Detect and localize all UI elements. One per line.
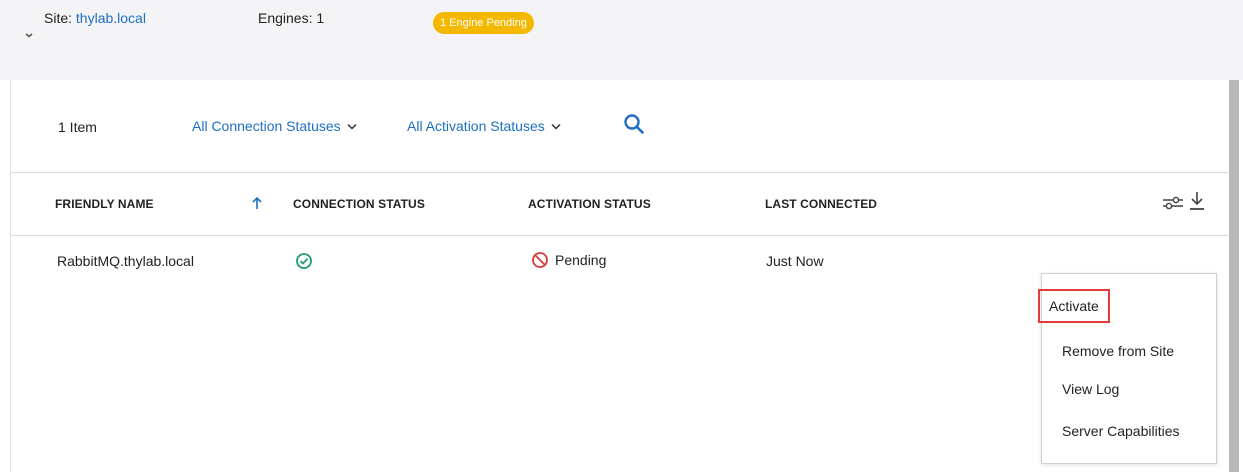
toolbar: 1 Item All Connection Statuses All Activ… [11, 80, 1228, 172]
column-connection-status[interactable]: CONNECTION STATUS [293, 197, 425, 211]
pending-badge: 1 Engine Pending [433, 12, 534, 34]
prohibited-icon [532, 252, 548, 268]
activation-status-filter[interactable]: All Activation Statuses [407, 118, 561, 134]
column-last-connected[interactable]: LAST CONNECTED [765, 197, 877, 211]
chevron-down-icon [551, 123, 561, 130]
collapse-chevron-icon[interactable] [24, 30, 34, 38]
item-count: 1 Item [58, 119, 97, 135]
table-header: FRIENDLY NAME CONNECTION STATUS ACTIVATI… [11, 172, 1228, 236]
activation-status-cell: Pending [531, 251, 606, 269]
sort-ascending-icon[interactable] [251, 196, 263, 210]
column-activation-status[interactable]: ACTIVATION STATUS [528, 197, 651, 211]
engines-count: Engines: 1 [258, 10, 325, 26]
site-name-link[interactable]: thylab.local [76, 10, 146, 26]
connection-status-filter[interactable]: All Connection Statuses [192, 118, 357, 134]
search-icon[interactable] [623, 113, 645, 135]
scrollbar[interactable] [1229, 80, 1239, 472]
connection-status-filter-label: All Connection Statuses [192, 118, 341, 134]
row-actions-menu: Activate Remove from Site View Log Serve… [1038, 273, 1217, 464]
chevron-down-icon [347, 123, 357, 130]
activate-menu-item[interactable]: Activate [1038, 289, 1110, 323]
remove-from-site-menu-item[interactable]: Remove from Site [1062, 343, 1174, 359]
site-prefix: Site: [44, 10, 76, 26]
download-icon[interactable] [1189, 191, 1205, 211]
site-label: Site: thylab.local [44, 10, 146, 26]
friendly-name-cell: RabbitMQ.thylab.local [57, 253, 194, 269]
last-connected-cell: Just Now [766, 253, 824, 269]
column-friendly-name[interactable]: FRIENDLY NAME [55, 197, 154, 211]
view-log-menu-item[interactable]: View Log [1062, 381, 1119, 397]
server-capabilities-menu-item[interactable]: Server Capabilities [1062, 423, 1180, 439]
column-settings-icon[interactable] [1162, 194, 1184, 212]
activation-status-text: Pending [555, 252, 607, 268]
check-circle-icon [296, 253, 312, 269]
site-header: Site: thylab.local Engines: 1 1 Engine P… [0, 0, 1243, 80]
activation-status-filter-label: All Activation Statuses [407, 118, 545, 134]
